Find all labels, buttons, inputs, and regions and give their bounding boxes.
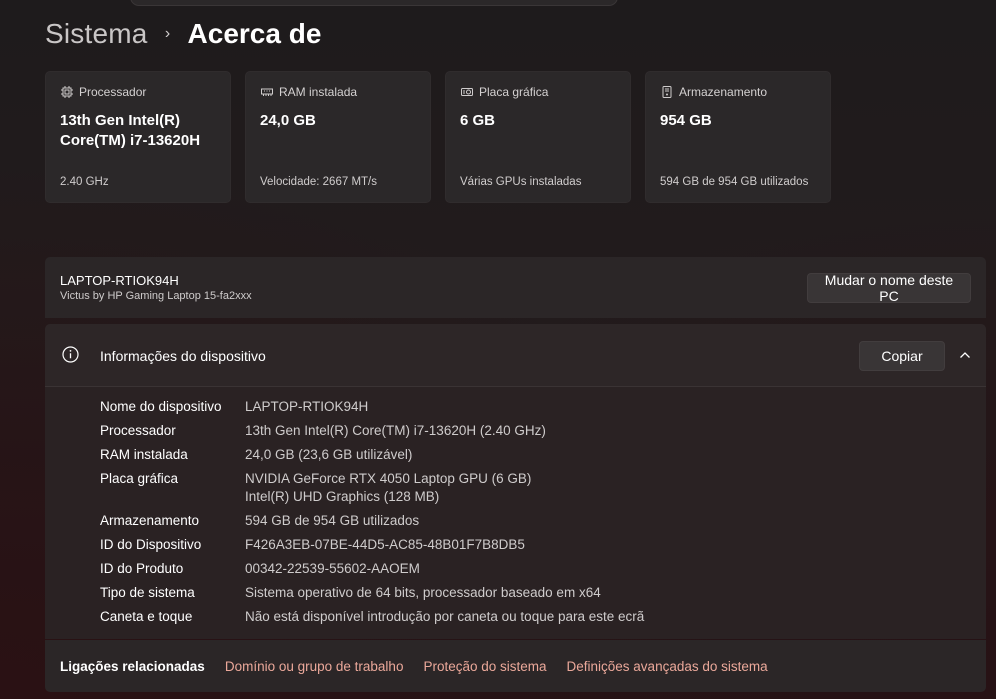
spec-value: 13th Gen Intel(R) Core(TM) i7-13620H (2.…: [245, 423, 546, 438]
spec-value: 24,0 GB (23,6 GB utilizável): [245, 447, 413, 462]
card-gpu: Placa gráfica 6 GB Várias GPUs instalada…: [445, 71, 631, 203]
spec-row: Caneta e toque Não está disponível intro…: [100, 608, 644, 626]
link-advanced-system-settings[interactable]: Definições avançadas do sistema: [567, 659, 768, 674]
link-domain-workgroup[interactable]: Domínio ou grupo de trabalho: [225, 659, 404, 674]
copy-button[interactable]: Copiar: [859, 341, 945, 371]
related-links-label: Ligações relacionadas: [60, 658, 205, 674]
spec-label: ID do Produto: [100, 561, 184, 576]
spec-row: ID do Dispositivo F426A3EB-07BE-44D5-AC8…: [100, 536, 644, 554]
chevron-right-icon: ›: [164, 25, 171, 42]
spec-label: Processador: [100, 423, 176, 438]
spec-value: 00342-22539-55602-AAOEM: [245, 561, 420, 576]
card-sub: Velocidade: 2667 MT/s: [260, 176, 377, 188]
rename-pc-button[interactable]: Mudar o nome deste PC: [807, 272, 971, 304]
device-info-panel: Informações do dispositivo Copiar Nome d…: [45, 324, 986, 639]
spec-value: Intel(R) UHD Graphics (128 MB): [245, 489, 440, 504]
spec-row: Nome do dispositivo LAPTOP-RTIOK94H: [100, 398, 644, 416]
spec-label: Nome do dispositivo: [100, 399, 222, 414]
breadcrumb-sistema[interactable]: Sistema: [45, 18, 148, 50]
ram-icon: [260, 86, 273, 99]
card-label: Placa gráfica: [479, 85, 549, 99]
spec-cards: Processador 13th Gen Intel(R) Core(TM) i…: [45, 71, 831, 203]
chevron-up-icon[interactable]: [958, 348, 972, 362]
card-sub: 594 GB de 954 GB utilizados: [660, 176, 809, 188]
card-sub: Várias GPUs instaladas: [460, 176, 582, 188]
card-value: 13th Gen Intel(R) Core(TM) i7-13620H: [60, 112, 201, 149]
search-box[interactable]: [130, 0, 618, 6]
card-value: 6 GB: [460, 112, 496, 129]
spec-label: Tipo de sistema: [100, 585, 195, 600]
card-processor: Processador 13th Gen Intel(R) Core(TM) i…: [45, 71, 231, 203]
card-value: 954 GB: [660, 112, 712, 129]
spec-row: ID do Produto 00342-22539-55602-AAOEM: [100, 560, 644, 578]
cpu-icon: [60, 86, 73, 99]
spec-label: Armazenamento: [100, 513, 200, 528]
spec-row: Tipo de sistema Sistema operativo de 64 …: [100, 584, 644, 602]
card-ram: RAM instalada 24,0 GB Velocidade: 2667 M…: [245, 71, 431, 203]
card-storage: Armazenamento 954 GB 594 GB de 954 GB ut…: [645, 71, 831, 203]
info-icon: [62, 346, 79, 363]
spec-label: Caneta e toque: [100, 609, 193, 624]
related-links-bar: Ligações relacionadas Domínio ou grupo d…: [45, 640, 986, 692]
card-label: Processador: [79, 85, 147, 99]
breadcrumb: Sistema › Acerca de: [45, 18, 321, 50]
device-spec-table: Nome do dispositivo LAPTOP-RTIOK94H Proc…: [100, 398, 644, 632]
storage-icon: [660, 86, 673, 99]
spec-value: Sistema operativo de 64 bits, processado…: [245, 585, 601, 600]
link-system-protection[interactable]: Proteção do sistema: [423, 659, 546, 674]
spec-row: RAM instalada 24,0 GB (23,6 GB utilizáve…: [100, 446, 644, 464]
page-title: Acerca de: [187, 18, 322, 49]
card-label: Armazenamento: [679, 85, 768, 99]
spec-label: Placa gráfica: [100, 471, 179, 486]
spec-label: RAM instalada: [100, 447, 188, 462]
spec-row: Processador 13th Gen Intel(R) Core(TM) i…: [100, 422, 644, 440]
spec-row: Placa gráfica NVIDIA GeForce RTX 4050 La…: [100, 470, 644, 506]
spec-value: NVIDIA GeForce RTX 4050 Laptop GPU (6 GB…: [245, 471, 532, 486]
spec-value: Não está disponível introdução por canet…: [245, 609, 645, 624]
spec-value-multiline: NVIDIA GeForce RTX 4050 Laptop GPU (6 GB…: [245, 470, 531, 506]
card-sub: 2.40 GHz: [60, 176, 109, 188]
card-value: 24,0 GB: [260, 112, 316, 129]
card-label: RAM instalada: [279, 85, 358, 99]
gpu-icon: [460, 86, 473, 99]
spec-row: Armazenamento 594 GB de 954 GB utilizado…: [100, 512, 644, 530]
spec-value: 594 GB de 954 GB utilizados: [245, 513, 420, 528]
device-info-header[interactable]: Informações do dispositivo Copiar: [45, 324, 986, 387]
pc-name-panel: LAPTOP-RTIOK94H Victus by HP Gaming Lapt…: [45, 257, 986, 318]
spec-value: LAPTOP-RTIOK94H: [245, 399, 369, 414]
spec-label: ID do Dispositivo: [100, 537, 202, 552]
spec-value: F426A3EB-07BE-44D5-AC85-48B01F7B8DB5: [245, 537, 525, 552]
device-info-title: Informações do dispositivo: [100, 348, 266, 364]
